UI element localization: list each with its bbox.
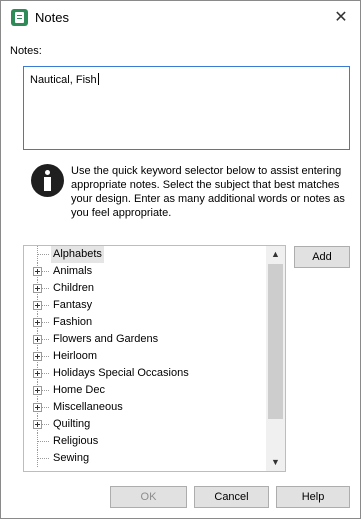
expand-plus-icon[interactable] xyxy=(33,284,42,293)
tree-items: Alphabets Animals Children Fantasy Fashion Fl… xyxy=(24,246,264,467)
tree-item[interactable]: Alphabets xyxy=(24,246,264,263)
tree-item[interactable]: Flowers and Gardens xyxy=(24,331,264,348)
tree-scrollbar[interactable]: ▲ ▼ xyxy=(266,246,285,471)
tree-item-label: Alphabets xyxy=(51,246,104,263)
expand-plus-icon[interactable] xyxy=(33,420,42,429)
title-bar[interactable]: Notes ✕ xyxy=(1,1,360,37)
tree-item-label: Children xyxy=(53,282,94,294)
tree-item[interactable]: Quilting xyxy=(24,416,264,433)
tree-item-label: Fantasy xyxy=(53,299,93,311)
tree-item-label: Home Dec xyxy=(53,384,105,396)
scroll-thumb[interactable] xyxy=(268,264,283,419)
tree-item[interactable]: Miscellaneous xyxy=(24,399,264,416)
tree-item[interactable]: Fantasy xyxy=(24,297,264,314)
tree-connector xyxy=(37,441,49,442)
text-caret xyxy=(97,73,99,85)
tree-item-label: Religious xyxy=(53,435,99,447)
tree-item[interactable]: Fashion xyxy=(24,314,264,331)
info-icon xyxy=(31,164,64,197)
tree-connector xyxy=(37,254,49,255)
tree-item-label: Holidays Special Occasions xyxy=(53,367,189,379)
expand-plus-icon[interactable] xyxy=(33,301,42,310)
tree-item-label: Animals xyxy=(53,265,93,277)
info-text: Use the quick keyword selector below to … xyxy=(71,165,345,219)
scroll-up-icon[interactable]: ▲ xyxy=(266,246,285,263)
add-button[interactable]: Add xyxy=(294,246,350,268)
tree-item-label: Quilting xyxy=(53,418,91,430)
cancel-button[interactable]: Cancel xyxy=(194,486,269,508)
close-icon[interactable]: ✕ xyxy=(326,3,356,33)
tree-item[interactable]: Children xyxy=(24,280,264,297)
expand-plus-icon[interactable] xyxy=(33,267,42,276)
tree-item[interactable]: Religious xyxy=(24,433,264,450)
expand-plus-icon[interactable] xyxy=(33,318,42,327)
keyword-tree[interactable]: Alphabets Animals Children Fantasy Fashion Fl… xyxy=(23,245,286,472)
expand-plus-icon[interactable] xyxy=(33,352,42,361)
scroll-down-icon[interactable]: ▼ xyxy=(266,454,285,471)
tree-item-label: Miscellaneous xyxy=(53,401,123,413)
tree-item[interactable]: Holidays Special Occasions xyxy=(24,365,264,382)
notes-text: Nautical, Fish xyxy=(30,74,97,86)
ok-button[interactable]: OK xyxy=(110,486,187,508)
help-button[interactable]: Help xyxy=(276,486,350,508)
notes-dialog: Notes ✕ Notes: Nautical, Fish Use the qu… xyxy=(0,0,361,519)
tree-item-label: Fashion xyxy=(53,316,93,328)
tree-item[interactable]: Home Dec xyxy=(24,382,264,399)
notes-textarea[interactable]: Nautical, Fish xyxy=(23,66,350,150)
tree-item-label: Sewing xyxy=(53,452,90,464)
expand-plus-icon[interactable] xyxy=(33,335,42,344)
window-title: Notes xyxy=(35,10,69,25)
tree-connector xyxy=(37,458,49,459)
tree-item-label: Flowers and Gardens xyxy=(53,333,159,345)
expand-plus-icon[interactable] xyxy=(33,369,42,378)
notes-app-icon xyxy=(11,9,28,26)
notes-label: Notes: xyxy=(10,45,42,57)
tree-item[interactable]: Animals xyxy=(24,263,264,280)
tree-item[interactable]: Heirloom xyxy=(24,348,264,365)
tree-item[interactable]: Sewing xyxy=(24,450,264,467)
expand-plus-icon[interactable] xyxy=(33,386,42,395)
expand-plus-icon[interactable] xyxy=(33,403,42,412)
tree-item-label: Heirloom xyxy=(53,350,98,362)
